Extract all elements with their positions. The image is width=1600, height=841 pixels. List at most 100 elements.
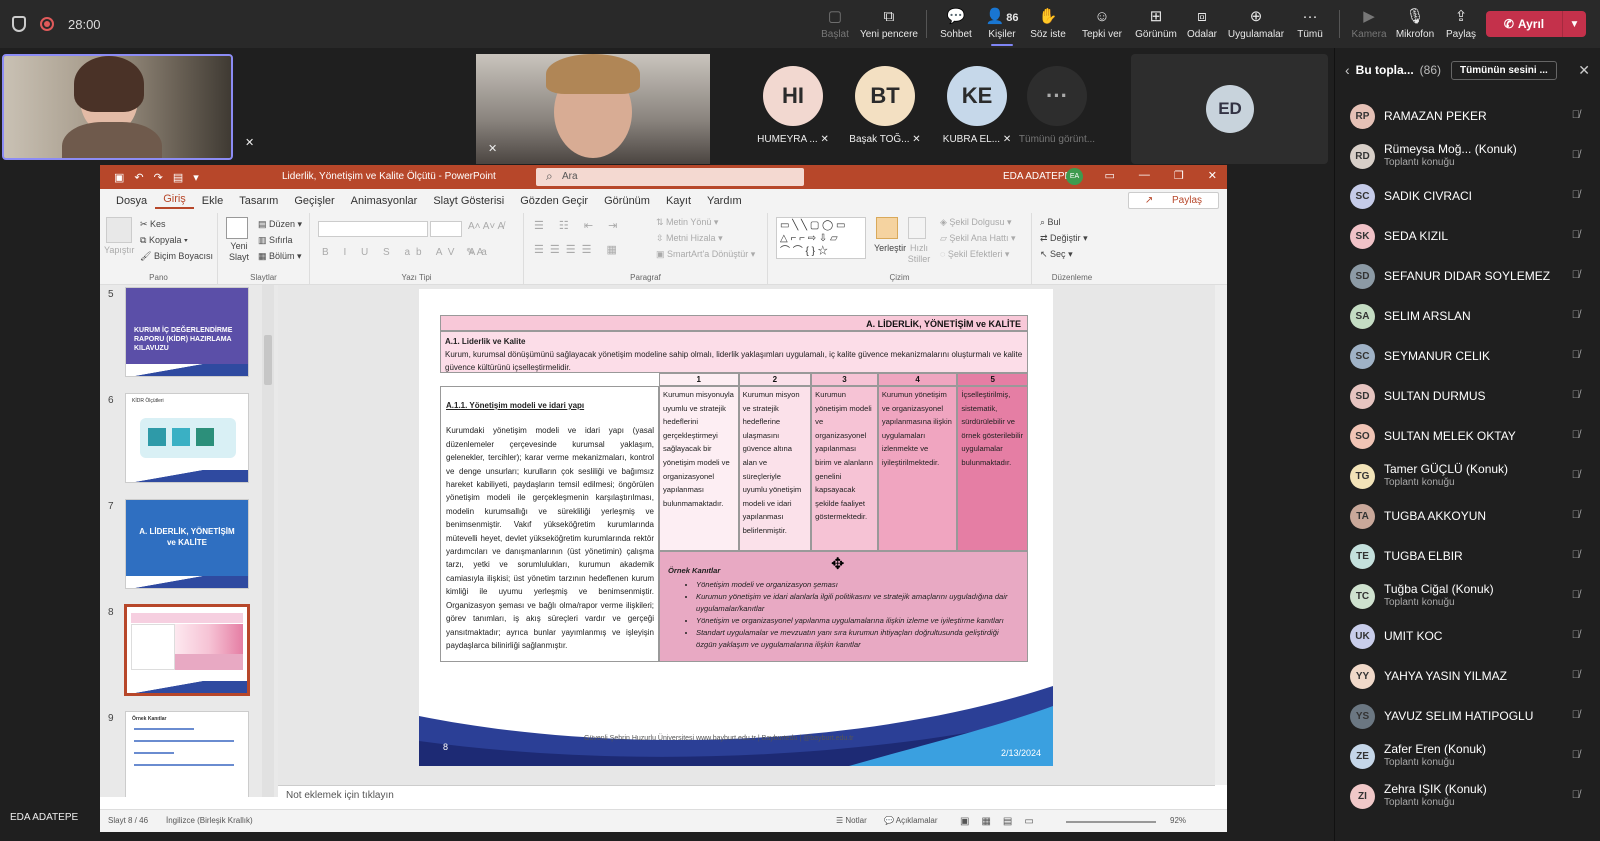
share-button[interactable]: ↗ Paylaş [1127,192,1219,209]
shape-fill-button[interactable]: ◈ Şekil Dolgusu ▾ [940,217,1011,228]
participant-item[interactable]: SO SULTAN MELEK OKTAY 🎙̸ [1335,416,1600,456]
slide-thumbnail[interactable]: KURUM İÇ DEĞERLENDİRME RAPORU (KİDR) HAZ… [125,287,249,377]
new-slide-icon[interactable] [226,217,248,239]
copy-button[interactable]: ⧉ Kopyala ▾ [140,235,188,246]
participant-item[interactable]: YS YAVUZ SELIM HATIPOGLU 🎙̸ [1335,696,1600,736]
slide-thumbnail[interactable]: Örnek Kanıtlar [125,711,249,797]
customize-icon[interactable]: ▾ [193,171,199,184]
more-button[interactable]: ··· Tümü [1287,0,1333,48]
slide-thumbnail[interactable]: A. LİDERLİK, YÖNETİŞİM ve KALİTE [125,499,249,589]
participant-video-tile[interactable]: ✕ [476,54,710,164]
comments-button[interactable]: 💬 Açıklamalar [884,816,938,825]
mute-all-button[interactable]: Tümünün sesini ... [1451,60,1557,80]
participant-item[interactable]: RP RAMAZAN PEKER 🎙̸ [1335,96,1600,136]
tab-geçişler[interactable]: Geçişler [286,195,342,207]
shape-outline-button[interactable]: ▱ Şekil Ana Hattı ▾ [940,233,1016,244]
slide-thumbnail-selected[interactable] [124,604,250,696]
save-icon[interactable]: ▣ [114,171,124,184]
participant-tile[interactable]: KE KUBRA EL... ✕ [932,66,1022,145]
present-icon[interactable]: ▤ [173,171,183,184]
mic-button[interactable]: 🎙 Mikrofon [1392,0,1438,48]
list-buttons[interactable]: ☰ ☷ ⇤ ⇥ [534,219,623,232]
participant-tile[interactable]: BT Başak TOĞ... ✕ [840,66,930,145]
maximize-icon[interactable]: ❐ [1174,169,1184,182]
participant-tile[interactable]: HI HUMEYRA ... ✕ [748,66,838,145]
thumbnail-scrollbar[interactable] [262,285,274,797]
search-input[interactable]: Ara [536,168,804,186]
slide-scrollbar[interactable] [1215,285,1227,785]
raise-hand-button[interactable]: ✋ Söz iste [1025,0,1071,48]
align-buttons[interactable]: ☰☰☰☰ ▦ [534,243,623,256]
notes-pane[interactable]: Not eklemek için tıklayın [278,785,1215,805]
close-icon[interactable]: ✕ [1578,62,1590,79]
close-icon[interactable]: ✕ [1208,169,1217,182]
font-size-buttons[interactable]: A˄ A˅ A̸ [468,221,504,232]
tab-dosya[interactable]: Dosya [108,195,155,207]
text-direction-button[interactable]: ⇅ Metin Yönü ▾ [656,217,718,228]
highlight-color-icon[interactable]: ✎ A [466,247,483,258]
participant-item[interactable]: TE TUGBA ELBIR 🎙̸ [1335,536,1600,576]
tab-kayıt[interactable]: Kayıt [658,195,699,207]
apps-button[interactable]: ⊕ Uygulamalar [1225,0,1287,48]
avatar[interactable]: EA [1066,168,1083,185]
align-text-button[interactable]: ⇳ Metni Hizala ▾ [656,233,723,244]
view-buttons[interactable]: ▣▦▤▭ [960,816,1046,827]
chat-button[interactable]: 💬 Sohbet [933,0,979,48]
share-button[interactable]: ⇪ Paylaş [1438,0,1484,48]
people-button[interactable]: 👤 86 Kişiler [979,0,1025,48]
rooms-button[interactable]: ⧈ Odalar [1179,0,1225,48]
ribbon-display-icon[interactable]: ▭ [1105,169,1115,182]
view-button[interactable]: ⊞ Görünüm [1133,0,1179,48]
format-painter-button[interactable]: 🖌 Biçim Boyacısı [140,251,213,262]
self-video-tile[interactable] [2,54,233,160]
section-button[interactable]: ▦ Bölüm ▾ [258,251,302,262]
participant-item[interactable]: SD SEFANUR DIDAR SOYLEMEZ 🎙̸ [1335,256,1600,296]
tab-tasarım[interactable]: Tasarım [231,195,286,207]
participant-item[interactable]: SC SEYMANUR CELIK 🎙̸ [1335,336,1600,376]
layout-button[interactable]: ▤ Düzen ▾ [258,219,302,230]
tab-slaytgösterisi[interactable]: Slayt Gösterisi [425,195,512,207]
zoom-slider[interactable] [1066,821,1156,823]
start-button[interactable]: ▢ Başlat [812,0,858,48]
arrange-icon[interactable] [876,217,898,239]
new-window-button[interactable]: ⧉ Yeni pencere [858,0,920,48]
chevron-down-icon[interactable]: ▼ [1562,11,1586,37]
participant-item[interactable]: SC SADIK CIVRACI 🎙̸ [1335,176,1600,216]
tab-yardım[interactable]: Yardım [699,195,750,207]
paste-icon[interactable] [106,217,132,243]
shapes-gallery[interactable]: ▭ ╲ ╲ ▢ ◯ ▭ △ ⌐ ⌐ ⇨ ⇩ ▱ ⌒ ⌒ { } ☆ [776,217,866,259]
select-button[interactable]: ↖ Seç ▾ [1040,249,1073,260]
undo-icon[interactable]: ↶ [134,171,143,184]
notes-button[interactable]: ☰ Notlar [836,816,867,825]
reset-button[interactable]: ▥ Sıfırla [258,235,293,246]
participant-item[interactable]: ZI Zehra IŞIK (Konuk) Toplantı konuğu 🎙̸ [1335,776,1600,816]
replace-button[interactable]: ⇄ Değiştir ▾ [1040,233,1088,244]
find-button[interactable]: ⌕ Bul [1040,217,1061,228]
participant-item[interactable]: ZE Zafer Eren (Konuk) Toplantı konuğu 🎙̸ [1335,736,1600,776]
view-all-tile[interactable]: ··· Tümünü görünt... [1012,66,1102,145]
participant-item[interactable]: RD Rümeysa Moğ... (Konuk) Toplantı konuğu 🎙… [1335,136,1600,176]
chevron-left-icon[interactable]: ‹ [1345,62,1350,78]
participant-tile-ed[interactable]: ED [1131,54,1328,164]
participant-item[interactable]: TC Tuğba Ciğal (Konuk) Toplantı konuğu 🎙̸ [1335,576,1600,616]
tab-animasyonlar[interactable]: Animasyonlar [343,195,426,207]
participant-item[interactable]: SD SULTAN DURMUS 🎙̸ [1335,376,1600,416]
smartart-button[interactable]: ▣ SmartArt'a Dönüştür ▾ [656,249,755,260]
slide-canvas[interactable]: A. LİDERLİK, YÖNETİŞİM ve KALİTE A.1. Li… [419,289,1053,766]
camera-button[interactable]: ▶ Kamera [1346,0,1392,48]
tab-gözdengeçir[interactable]: Gözden Geçir [512,195,596,207]
shape-effects-button[interactable]: ◌ Şekil Efektleri ▾ [940,249,1009,260]
tab-giriş[interactable]: Giriş [155,193,194,209]
font-name-select[interactable] [318,221,428,237]
slide-thumbnail[interactable]: KİDR Ölçütleri [125,393,249,483]
participant-item[interactable]: TA TUGBA AKKOYUN 🎙̸ [1335,496,1600,536]
font-size-select[interactable] [430,221,462,237]
cut-button[interactable]: ✂ Kes [140,219,166,230]
participant-item[interactable]: SA SELIM ARSLAN 🎙̸ [1335,296,1600,336]
leave-button[interactable]: ✆ Ayrıl ▼ [1486,11,1586,37]
participant-item[interactable]: SK SEDA KIZIL 🎙̸ [1335,216,1600,256]
participant-item[interactable]: YY YAHYA YASIN YILMAZ 🎙̸ [1335,656,1600,696]
participant-item[interactable]: TG Tamer GÜÇLÜ (Konuk) Toplantı konuğu 🎙̸ [1335,456,1600,496]
tab-ekle[interactable]: Ekle [194,195,231,207]
participant-item[interactable]: UK UMIT KOC 🎙̸ [1335,616,1600,656]
